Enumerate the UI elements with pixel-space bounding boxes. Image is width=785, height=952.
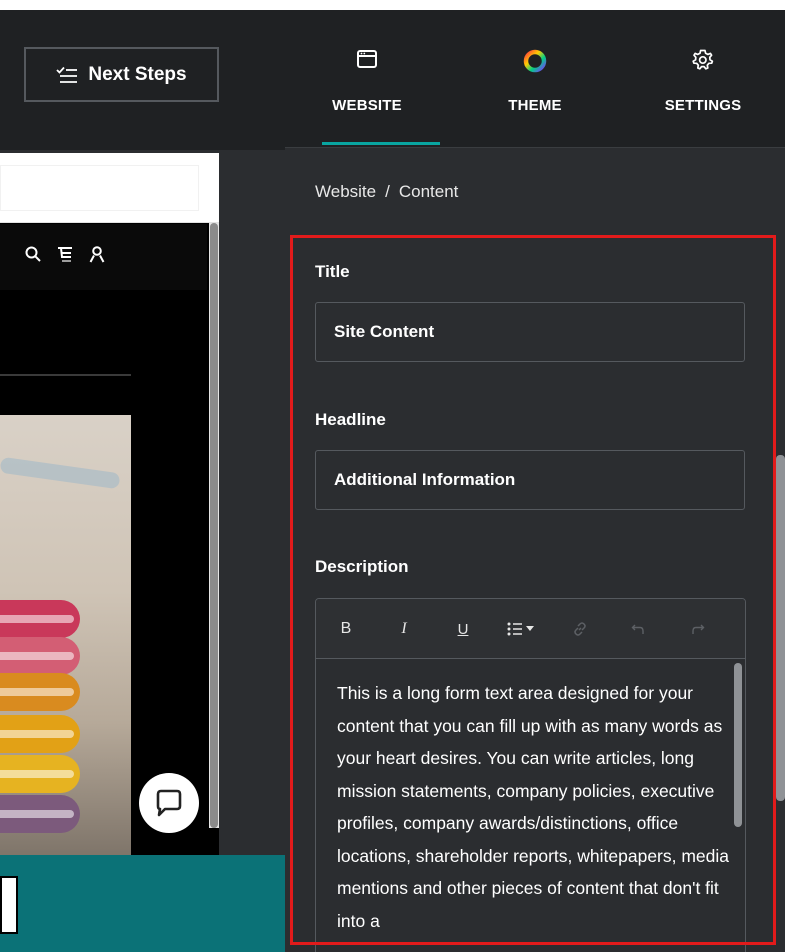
preview-address-bar <box>0 153 219 223</box>
description-scrollbar[interactable] <box>734 663 742 827</box>
link-icon <box>574 622 586 636</box>
tab-theme[interactable]: THEME <box>465 48 605 138</box>
breadcrumb-root[interactable]: Website <box>315 182 376 202</box>
user-icon[interactable] <box>88 245 106 263</box>
site-divider <box>0 374 131 376</box>
link-button[interactable] <box>570 617 590 641</box>
undo-button[interactable] <box>628 617 648 641</box>
bold-label: B <box>340 620 352 637</box>
panel-tabs: WEBSITE THEME SETTINGS <box>285 10 785 148</box>
site-footer-band <box>0 855 285 952</box>
tab-website-label: WEBSITE <box>332 97 402 114</box>
color-wheel-icon <box>523 49 547 73</box>
underline-label: U <box>457 620 469 638</box>
italic-button[interactable]: I <box>394 617 414 641</box>
cart-icon[interactable] <box>56 245 74 263</box>
tab-settings[interactable]: SETTINGS <box>633 48 773 138</box>
list-icon <box>507 622 534 636</box>
next-steps-label: Next Steps <box>88 63 187 85</box>
redo-icon <box>692 624 705 634</box>
tab-settings-label: SETTINGS <box>664 97 742 114</box>
tab-website[interactable]: WEBSITE <box>297 48 440 145</box>
preview-url-field <box>0 165 199 211</box>
breadcrumb-separator: / <box>385 182 390 201</box>
site-footer-element <box>0 876 18 934</box>
chat-icon <box>156 789 182 817</box>
rich-text-toolbar: B I U <box>316 599 745 659</box>
next-steps-button[interactable]: Next Steps <box>24 47 219 102</box>
browser-window-icon <box>357 50 377 68</box>
breadcrumb-current: Content <box>398 182 459 201</box>
list-dropdown-button[interactable] <box>499 617 543 641</box>
description-editor[interactable]: B I U This is a long form text area desi… <box>315 598 746 952</box>
undo-icon <box>631 624 644 634</box>
checklist-icon <box>56 66 78 83</box>
redo-button[interactable] <box>688 617 708 641</box>
site-preview[interactable] <box>0 153 219 855</box>
gear-icon <box>692 49 714 70</box>
site-header <box>0 224 207 290</box>
headline-label: Headline <box>315 410 386 429</box>
tab-theme-label: THEME <box>508 97 562 114</box>
underline-button[interactable]: U <box>453 617 473 641</box>
description-label: Description <box>315 557 409 576</box>
headline-input[interactable]: Additional Information <box>315 450 745 510</box>
breadcrumb: Website / Content <box>315 182 458 202</box>
bold-button[interactable]: B <box>336 617 356 641</box>
hero-image-macarons <box>0 415 131 855</box>
search-icon[interactable] <box>24 245 42 263</box>
title-label: Title <box>315 262 350 281</box>
chat-button[interactable] <box>139 773 199 833</box>
description-textarea[interactable]: This is a long form text area designed f… <box>337 677 729 937</box>
title-input[interactable]: Site Content <box>315 302 745 362</box>
preview-scrollbar[interactable] <box>209 223 219 828</box>
panel-scrollbar[interactable] <box>776 455 785 801</box>
italic-label: I <box>401 620 407 637</box>
